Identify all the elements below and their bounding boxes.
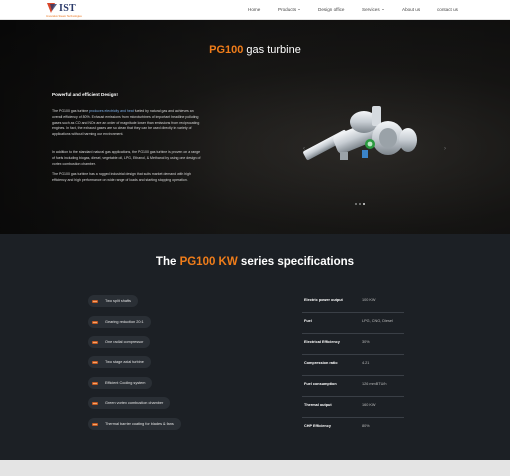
spec-key: Fuel [304,319,312,323]
gas-turbine-image [303,106,417,160]
spec-row: Electrical Efficiency 30% [302,334,404,355]
feature-bullet-icon [92,299,98,303]
feature-label: Two split shafts [105,299,131,303]
hero-title-accent: PG100 [209,44,244,56]
nav-products-label: Products [278,7,297,12]
hero-title-rest: gas turbine [243,44,301,56]
chevron-down-icon [381,9,384,11]
feature-label: Efficient Cooling system [105,381,146,385]
spec-row: Fuel consumption 126 mmBTU/h [302,376,404,397]
hero-paragraph-2: In addition to the standard natural gas … [52,150,201,166]
spec-key: CHP Efficiency [304,424,331,428]
feature-label: Two stage axial turbine [105,360,144,364]
spec-value: 4.21 [362,361,370,365]
spec-value: 126 mmBTU/h [362,382,387,386]
feature-bullet-icon [92,401,98,405]
specs-title-accent: PG100 KW [179,256,238,268]
carousel-dot-3[interactable] [363,203,366,206]
spec-key: Fuel consumption [304,382,337,386]
specs-title-post: series specifications [237,256,355,268]
feature-label: Gearing reduction 20:1 [105,320,144,324]
carousel-indicators [355,203,371,206]
nav-design-office[interactable]: Design office [318,7,344,12]
nav-menu: Home Products Design office Services Abo… [0,0,510,20]
nav-products[interactable]: Products [278,7,301,12]
spec-value: LPG, CNG, Diesel [362,319,393,323]
feature-pill: Two split shafts [88,295,138,307]
feature-bullet-icon [92,360,98,364]
feature-label: One radial compressor [105,340,144,344]
spec-key: Electrical Efficiency [304,340,340,344]
spec-row: Compression ratio 4.21 [302,355,404,376]
feature-bullet-icon [92,381,98,385]
spec-row: Fuel LPG, CNG, Diesel [302,313,404,334]
feature-bullet-icon [92,320,98,324]
hero-p1-b: fueled by natural gas and achieves an ov… [52,109,200,137]
spec-value: 160 KW [362,403,376,407]
carousel-dot-1[interactable] [355,203,358,206]
spec-row: Electric power output 100 KW [302,292,404,313]
top-navbar: IST Innovative Steam Technologies Home P… [0,0,510,20]
feature-bullet-icon [92,340,98,344]
spec-key: Thermal output [304,403,332,407]
specifications-section: The PG100 KW series specifications Two s… [0,234,510,460]
hero-section: PG100 gas turbine Powerful and efficient… [0,20,510,234]
specs-title: The PG100 KW series specifications [0,256,510,268]
nav-home[interactable]: Home [248,7,260,12]
feature-pill: One radial compressor [88,336,151,348]
specs-title-pre: The [155,256,180,268]
feature-pill: Gearing reduction 20:1 [88,316,151,328]
feature-pill: Two stage axial turbine [88,356,151,368]
nav-services[interactable]: Services [362,7,384,12]
spec-row: CHP Efficiency 80% [302,418,404,439]
spec-row: Thermal output 160 KW [302,397,404,418]
carousel-prev-icon[interactable]: ‹ [303,146,305,152]
feature-label: Thermal barrier coating for blades & fan… [105,422,174,426]
spec-value: 30% [362,340,370,344]
feature-pill: Efficient Cooling system [88,377,153,389]
nav-contact-us[interactable]: contact us [437,7,458,12]
nav-about-us[interactable]: About us [402,7,420,12]
spec-key: Compression ratio [304,361,338,365]
feature-bullet-icon [92,422,98,426]
hero-p1-highlight: produces electricity and heat [89,109,134,113]
spec-value: 100 KW [362,298,376,302]
spec-key: Electric power output [304,298,343,302]
chevron-down-icon [298,9,301,11]
carousel-dot-2[interactable] [359,203,362,206]
hero-paragraph-3: The PG100 gas turbine has a rugged indus… [52,172,191,182]
footer-strip [0,460,510,476]
feature-label: Green vortex combustion chamber [105,401,164,405]
nav-services-label: Services [362,7,380,12]
hero-p1-a: The PG100 gas turbine [52,109,90,113]
feature-pill: Thermal barrier coating for blades & fan… [88,418,181,430]
spec-value: 80% [362,424,370,428]
hero-subtitle: Powerful and efficient Design! [52,92,118,97]
hero-paragraph-1: The PG100 gas turbine produces electrici… [52,109,202,138]
hero-title: PG100 gas turbine [0,44,510,56]
carousel-next-icon[interactable]: › [444,146,446,152]
feature-pill: Green vortex combustion chamber [88,397,171,409]
